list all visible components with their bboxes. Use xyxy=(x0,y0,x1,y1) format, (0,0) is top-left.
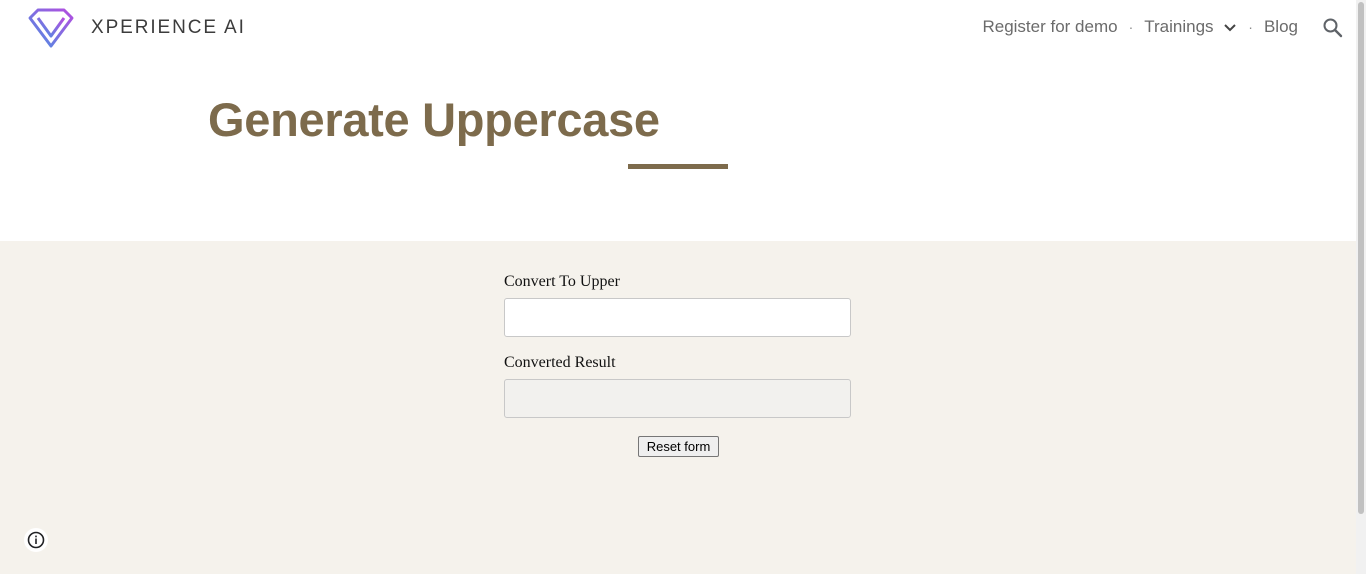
nav-separator: · xyxy=(1248,19,1253,35)
nav-register-for-demo[interactable]: Register for demo xyxy=(982,17,1117,37)
page-title: Generate Uppercase xyxy=(208,93,660,146)
site-header: XPERIENCE AI Register for demo · Trainin… xyxy=(0,0,1356,60)
main-nav: Register for demo · Trainings · Blog xyxy=(982,17,1298,37)
converted-result-label: Converted Result xyxy=(504,354,616,371)
converted-result-field xyxy=(504,379,851,418)
home-link[interactable]: XPERIENCE AI xyxy=(26,6,246,50)
convert-to-upper-input[interactable] xyxy=(504,298,851,337)
search-icon[interactable] xyxy=(1321,16,1345,40)
convert-to-upper-label: Convert To Upper xyxy=(504,273,620,290)
nav-trainings-label: Trainings xyxy=(1144,17,1214,36)
chevron-down-icon[interactable] xyxy=(1223,23,1237,33)
diamond-logo-icon xyxy=(28,8,74,48)
info-icon xyxy=(27,531,45,549)
reset-form-button[interactable]: Reset form xyxy=(638,436,719,457)
scrollbar-thumb[interactable] xyxy=(1358,2,1364,514)
nav-trainings[interactable]: Trainings xyxy=(1144,17,1237,37)
vertical-scrollbar[interactable] xyxy=(1356,0,1366,574)
title-underline xyxy=(628,164,728,169)
converter-form-section: Convert To Upper Converted Result Reset … xyxy=(0,241,1356,574)
page: XPERIENCE AI Register for demo · Trainin… xyxy=(0,0,1366,574)
nav-separator: · xyxy=(1128,19,1134,35)
site-info-button[interactable] xyxy=(24,528,48,552)
nav-blog[interactable]: Blog xyxy=(1264,17,1298,37)
site-title: XPERIENCE AI xyxy=(91,17,246,38)
